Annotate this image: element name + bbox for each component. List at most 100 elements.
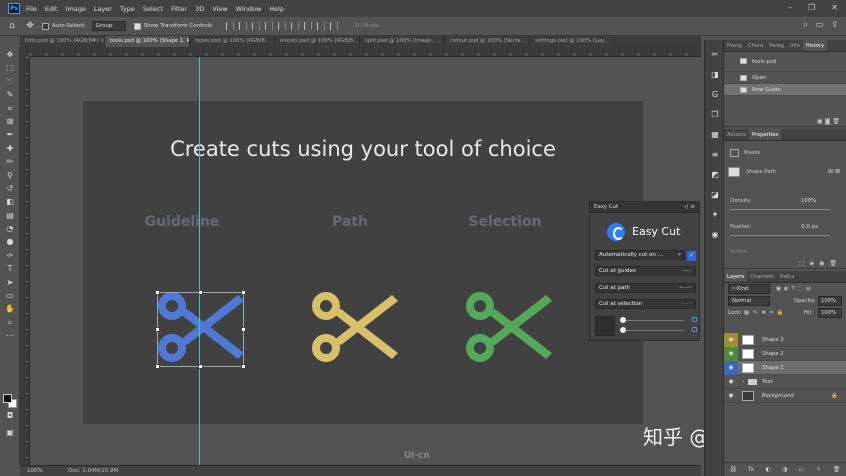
density-value[interactable]: 100% — [794, 198, 816, 204]
layers-comp-icon[interactable]: ≡ — [709, 149, 721, 160]
menu-window[interactable]: Window — [236, 5, 262, 13]
transform-controls-checkbox[interactable] — [133, 22, 141, 30]
vector-mask-icon[interactable]: ⊠ — [835, 168, 840, 175]
lock-position-icon[interactable]: ✥ — [761, 310, 769, 316]
frame-tool-icon[interactable]: ⊠ — [3, 116, 17, 127]
adjustment-layer-icon[interactable]: ◑ — [782, 463, 787, 476]
gradient-icon[interactable]: ▤ — [3, 210, 17, 221]
clone-stamp-icon[interactable]: ⚲ — [3, 170, 17, 181]
swatches-icon[interactable]: ▦ — [709, 129, 721, 140]
transform-bounding-box[interactable] — [155, 290, 246, 369]
home-icon[interactable]: ⌂ — [6, 21, 18, 32]
restore-icon[interactable]: ❐ — [808, 3, 815, 12]
layer-kind-filter[interactable]: ⌕ Kind — [728, 284, 770, 294]
tab-channels[interactable]: Channels — [747, 271, 777, 282]
fill-input[interactable]: 100% — [818, 308, 842, 318]
grid-icon[interactable] — [692, 327, 697, 332]
shape-filter-icon[interactable]: ⬚ — [798, 286, 806, 292]
tab-bitlo[interactable]: bitlo.psd @ 100% (RGB/8#) × — [20, 36, 105, 47]
distribute-icon[interactable] — [304, 22, 313, 30]
tab-tools[interactable]: tools.psd @ 100% (Shape 1, RGB/8#) × — [105, 36, 190, 47]
menu-file[interactable]: File — [26, 5, 37, 13]
align-top-icon[interactable] — [265, 22, 274, 30]
menu-image[interactable]: Image — [65, 5, 85, 13]
cut-at-path-button[interactable]: Cut at path •──• — [595, 283, 696, 293]
vertical-guide[interactable] — [199, 57, 200, 465]
blend-mode-dropdown[interactable]: Normal — [728, 296, 770, 306]
cut-at-selection-button[interactable]: Cut at selection - - - — [595, 299, 696, 309]
tab-properties[interactable]: Properties — [748, 129, 782, 140]
layer-background[interactable]: ◉ Background 🔒 — [724, 389, 846, 403]
tab-paths[interactable]: Paths — [777, 271, 797, 282]
cut-at-guides-button[interactable]: Cut at guides ─── — [595, 266, 696, 276]
crop-tool-icon[interactable]: ⌗ — [3, 103, 17, 114]
smart-filter-icon[interactable]: ▤ — [806, 286, 814, 292]
layer-group-text[interactable]: ◉ › Text — [724, 375, 846, 389]
history-item-new-guide[interactable]: New Guide — [724, 84, 846, 96]
artboard[interactable]: Create cuts using your tool of choice Gu… — [83, 101, 643, 424]
eye-icon[interactable]: ◉ — [724, 347, 738, 361]
new-group-icon[interactable]: ▭ — [798, 463, 804, 476]
transform-handle[interactable] — [155, 327, 160, 332]
transform-handle[interactable] — [241, 290, 246, 295]
history-snapshot[interactable]: tools.psd — [724, 52, 846, 72]
feather-slider[interactable] — [730, 235, 830, 236]
align-bottom-icon[interactable] — [291, 22, 300, 30]
workspace-icon[interactable]: ▭ — [816, 20, 824, 30]
brush-tool-icon[interactable]: ✏ — [3, 156, 17, 167]
tab-split[interactable]: split.psd @ 100% (image, ... — [360, 36, 445, 47]
color-swatch[interactable] — [595, 316, 615, 336]
add-mask-icon[interactable]: ◐ — [765, 463, 770, 476]
type-tool-icon[interactable]: T — [3, 263, 17, 274]
camera-icon[interactable]: ◙ — [825, 118, 831, 125]
trash-icon[interactable]: 🗑 — [832, 118, 840, 125]
auto-cut-dropdown[interactable]: Automatically cut on ... ▾ — [595, 250, 685, 260]
eye-icon[interactable]: ◉ — [724, 333, 738, 347]
healing-brush-icon[interactable]: ✚ — [3, 143, 17, 154]
eye-icon[interactable]: ◉ — [724, 389, 738, 403]
visibility-icon[interactable]: ◉ — [819, 260, 829, 267]
distribute-icon[interactable] — [330, 22, 339, 30]
slider-track[interactable] — [622, 320, 684, 321]
hand-tool-icon[interactable]: ✋ — [3, 303, 17, 314]
lasso-tool-icon[interactable]: ➰ — [3, 76, 17, 87]
screen-mode-icon[interactable]: ▣ — [3, 427, 17, 438]
copy-icon[interactable]: ❐ — [709, 109, 721, 120]
align-right-icon[interactable] — [252, 22, 261, 30]
adjustment-filter-icon[interactable]: ◐ — [784, 286, 792, 292]
new-layer-icon[interactable]: ＋ — [815, 463, 821, 476]
layer-shape-2[interactable]: ◉ Shape 2 — [724, 347, 846, 361]
foreground-color-swatch[interactable] — [3, 394, 12, 403]
eyedropper-icon[interactable]: ✒ — [3, 129, 17, 140]
search-icon[interactable]: ⌕ — [803, 20, 807, 30]
transform-handle[interactable] — [241, 327, 246, 332]
tab-events[interactable]: events.psd @ 100% (RGB/8... — [275, 36, 360, 47]
pixel-filter-icon[interactable]: ▣ — [776, 286, 784, 292]
lock-all-icon[interactable]: 🔒 — [777, 310, 788, 316]
trash-icon[interactable]: 🗑 — [833, 463, 841, 476]
tools-collapse-icon[interactable]: ✂ — [709, 49, 721, 60]
path-select-icon[interactable]: ➤ — [3, 277, 17, 288]
zoom-level[interactable]: 100% — [27, 466, 43, 476]
menu-3d[interactable]: 3D — [195, 5, 204, 13]
auto-cut-check-icon[interactable]: ✓ — [687, 251, 696, 261]
tab-layers[interactable]: Layers — [724, 271, 748, 282]
history-brush-icon[interactable]: ↺ — [3, 183, 17, 194]
zoom-tool-icon[interactable]: ⌕ — [3, 317, 17, 328]
transform-handle[interactable] — [241, 364, 246, 369]
dodge-tool-icon[interactable]: ● — [3, 236, 17, 247]
tab-actions[interactable]: Actions — [724, 129, 749, 140]
quick-mask-icon[interactable]: ◘ — [3, 410, 17, 421]
link-layers-icon[interactable]: ⛓ — [730, 463, 738, 476]
minimize-icon[interactable]: – — [788, 3, 792, 12]
horizontal-ruler[interactable] — [30, 47, 701, 57]
transform-handle[interactable] — [198, 364, 203, 369]
marquee-tool-icon[interactable]: ⬚ — [3, 62, 17, 73]
share-icon[interactable]: ⇪ — [831, 20, 838, 30]
menu-filter[interactable]: Filter — [171, 5, 187, 13]
transform-handle[interactable] — [155, 364, 160, 369]
blur-tool-icon[interactable]: ◔ — [3, 223, 17, 234]
panel-menu-icon[interactable]: »| ≡ — [683, 202, 695, 213]
adjustments-icon[interactable]: ◩ — [709, 169, 721, 180]
layer-shape-1[interactable]: ◉ Shape 1 — [724, 361, 846, 375]
